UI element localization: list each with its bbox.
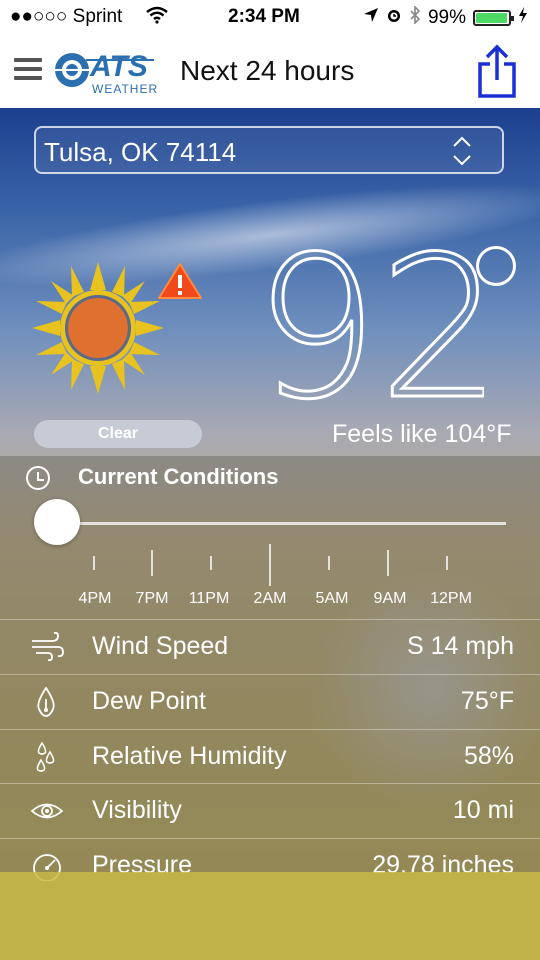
timeline-tick <box>269 544 271 586</box>
timeline-label: 11PM <box>188 590 230 607</box>
humidity-icon <box>30 741 64 772</box>
degree-symbol <box>476 246 516 286</box>
row-label: Relative Humidity <box>92 742 287 770</box>
row-value: S 14 mph <box>406 632 514 660</box>
timeline-label: 12PM <box>430 590 472 607</box>
feels-like: Feels like 104°F <box>332 420 512 448</box>
droplet-icon <box>30 686 64 717</box>
carrier-label: ●●○○○ Sprint <box>10 6 123 27</box>
condition-row-dew-point: Dew Point 75°F <box>0 674 540 729</box>
condition-badge: Clear <box>34 420 202 448</box>
time-slider-track[interactable] <box>56 522 506 525</box>
timeline-label: 2AM <box>253 590 287 607</box>
logo-text: ATS <box>90 50 148 83</box>
share-icon[interactable] <box>476 44 518 98</box>
timeline-tick <box>210 556 212 570</box>
condition-row-humidity: Relative Humidity 58% <box>0 729 540 784</box>
up-down-chevron-icon <box>452 134 472 168</box>
row-label: Visibility <box>92 796 182 824</box>
sun-icon <box>32 262 164 394</box>
location-value: Tulsa, OK 74114 <box>44 137 237 167</box>
page-title: Next 24 hours <box>180 55 355 86</box>
condition-row-wind: Wind Speed S 14 mph <box>0 619 540 674</box>
alarm-icon <box>386 7 402 29</box>
timeline-label: 9AM <box>373 590 407 607</box>
temperature-display: 92 <box>253 214 505 445</box>
timeline-tick <box>93 556 95 570</box>
section-title: Current Conditions <box>78 464 279 489</box>
timeline-tick <box>446 556 448 570</box>
row-value: 75°F <box>460 687 514 715</box>
row-value: 58% <box>463 742 514 770</box>
timeline-label: 5AM <box>315 590 349 607</box>
logo-subtext: WEATHER <box>92 82 159 96</box>
timeline-label: 4PM <box>78 590 112 607</box>
condition-row-visibility: Visibility 10 mi <box>0 783 540 838</box>
eye-icon <box>30 796 64 826</box>
timeline-tick <box>387 550 389 576</box>
wifi-icon <box>146 6 168 30</box>
timeline-tick <box>328 556 330 570</box>
clock: 2:34 PM <box>228 6 300 27</box>
battery-percent: 99% <box>427 7 466 28</box>
bluetooth-icon <box>409 5 421 30</box>
clock-icon <box>26 466 50 490</box>
nav-bar: ATS WEATHER Next 24 hours <box>0 36 540 108</box>
location-arrow-icon <box>363 7 379 29</box>
warning-icon[interactable] <box>157 262 203 300</box>
location-selector[interactable]: Tulsa, OK 74114 <box>34 126 504 174</box>
wind-icon <box>30 631 64 662</box>
row-label: Wind Speed <box>92 632 229 660</box>
timeline-label: 7PM <box>135 590 169 607</box>
charging-icon <box>518 7 528 29</box>
bottom-overlay <box>0 872 540 960</box>
timeline-tick <box>151 550 153 576</box>
temperature-value: 92 <box>254 236 484 416</box>
ats-weather-logo: ATS WEATHER <box>52 46 158 98</box>
row-value: 10 mi <box>452 796 514 824</box>
menu-icon[interactable] <box>14 58 42 85</box>
time-slider-thumb[interactable] <box>34 499 80 545</box>
row-label: Dew Point <box>92 687 206 715</box>
status-bar: ●●○○○ Sprint 2:34 PM 99% <box>0 0 540 36</box>
battery-icon <box>473 10 514 26</box>
